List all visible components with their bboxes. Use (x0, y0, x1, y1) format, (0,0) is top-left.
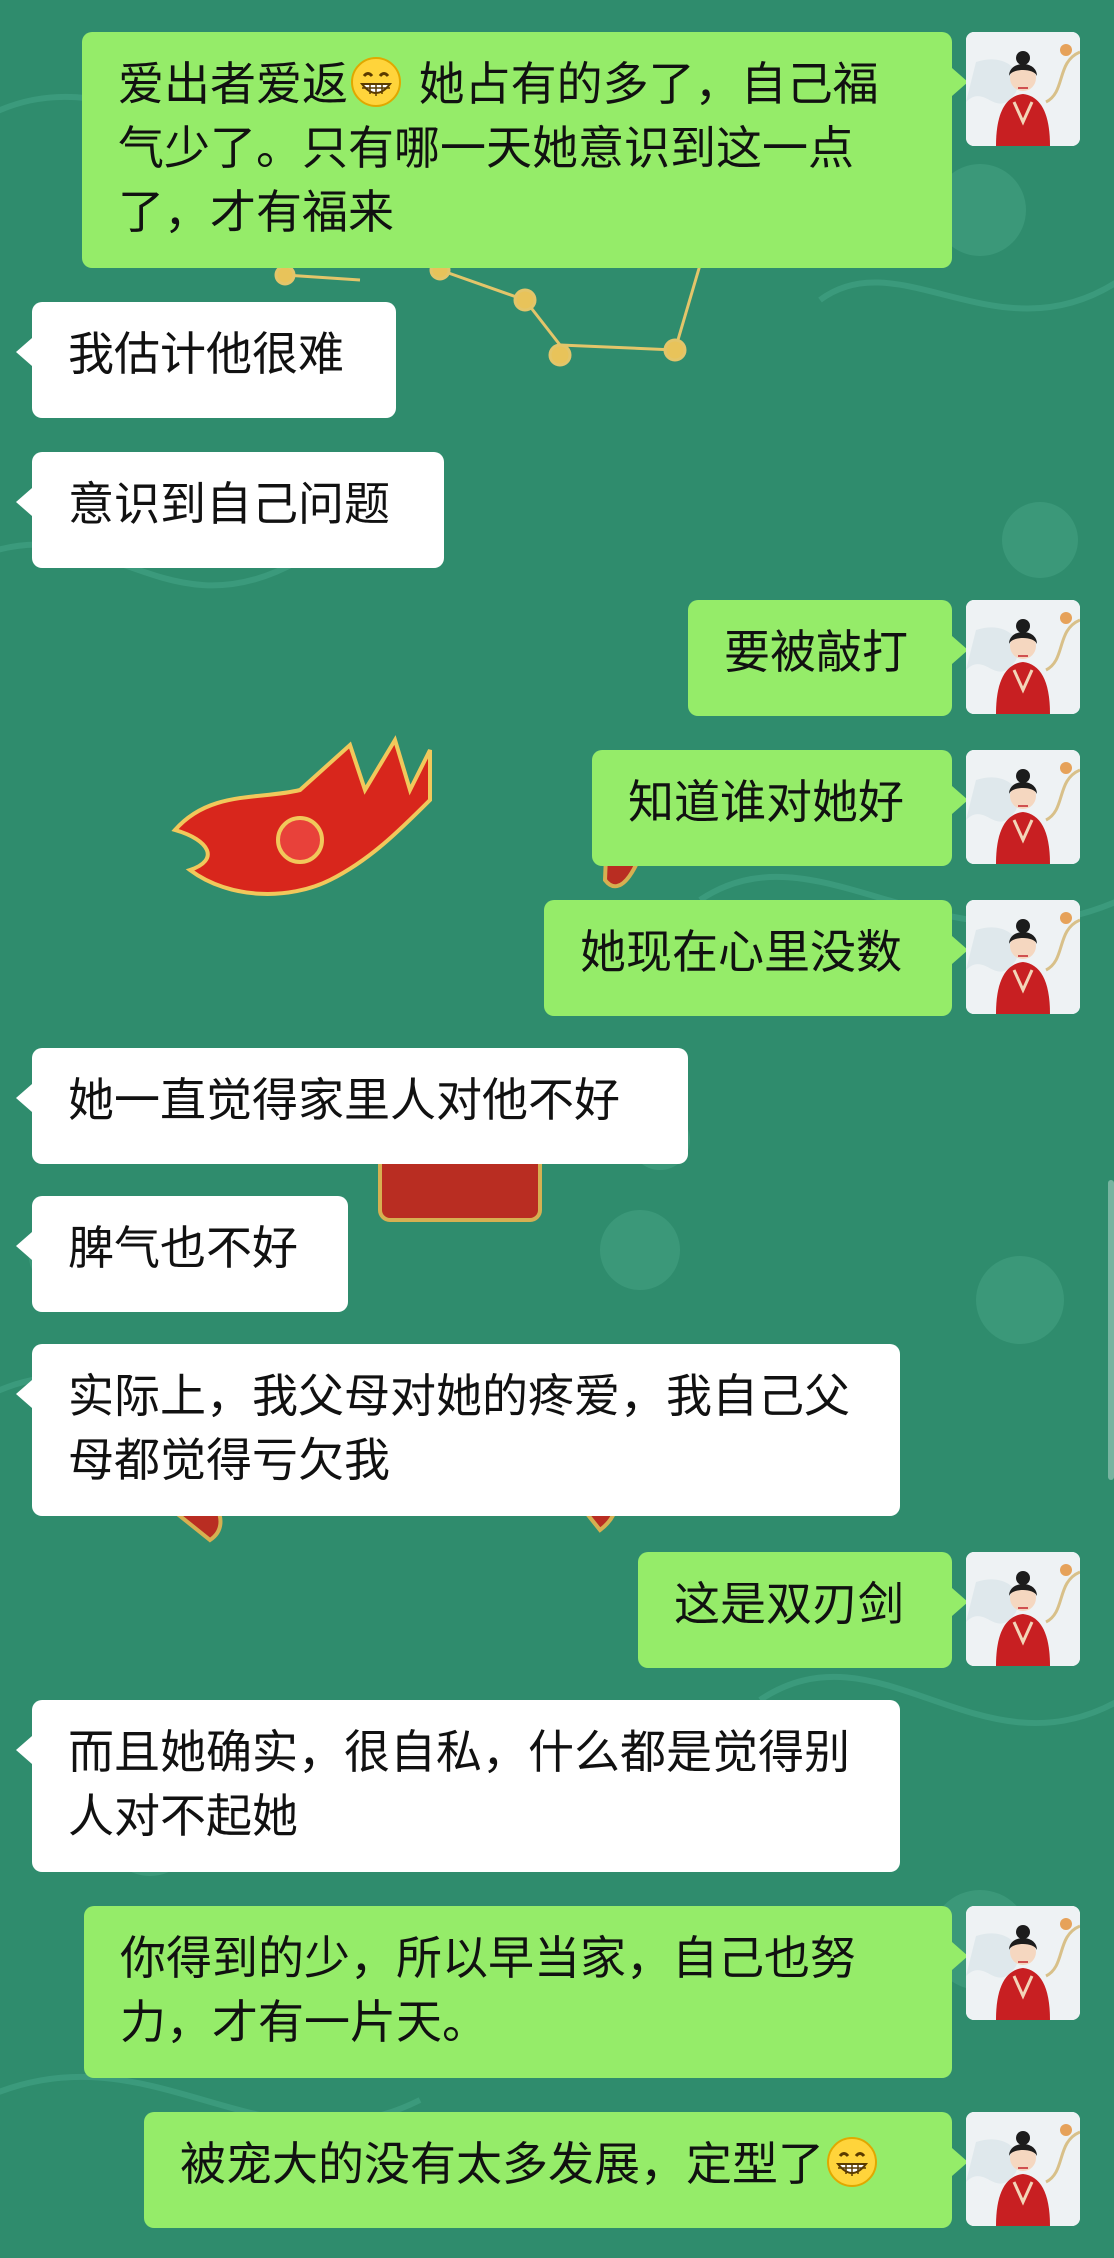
outgoing-message-row: 爱出者爱返 她占有的多了，自己福气少了。只有哪一天她意识到这一点了，才有福来 (0, 32, 1114, 268)
incoming-message-bubble[interactable]: 意识到自己问题 (16, 452, 444, 568)
outgoing-message-row: 要被敲打 (0, 600, 1114, 716)
incoming-message-row: 意识到自己问题 (0, 452, 1114, 568)
message-text: 她一直觉得家里人对他不好 (68, 1073, 620, 1127)
incoming-message-row: 实际上，我父母对她的疼爱，我自己父母都觉得亏欠我 (0, 1344, 1114, 1516)
outgoing-message-bubble[interactable]: 知道谁对她好 (592, 750, 968, 866)
message-text: 脾气也不好 (68, 1221, 298, 1275)
outgoing-message-bubble[interactable]: 你得到的少，所以早当家，自己也努力，才有一片天。 (84, 1906, 968, 2078)
avatar-woman-red-hanfu-icon[interactable] (966, 1552, 1080, 1666)
message-text: 你得到的少，所以早当家，自己也努力，才有一片天。 (120, 1931, 856, 2049)
outgoing-message-row: 她现在心里没数 (0, 900, 1114, 1016)
outgoing-message-row: 这是双刃剑 (0, 1552, 1114, 1668)
outgoing-message-row: 被宠大的没有太多发展，定型了 (0, 2112, 1114, 2228)
message-text: 爱出者爱返 (118, 57, 348, 111)
incoming-message-row: 我估计他很难 (0, 302, 1114, 418)
outgoing-message-row: 你得到的少，所以早当家，自己也努力，才有一片天。 (0, 1906, 1114, 2078)
outgoing-message-bubble[interactable]: 爱出者爱返 她占有的多了，自己福气少了。只有哪一天她意识到这一点了，才有福来 (82, 32, 968, 268)
incoming-message-bubble[interactable]: 我估计他很难 (16, 302, 396, 418)
incoming-message-row: 而且她确实，很自私，什么都是觉得别人对不起她 (0, 1700, 1114, 1872)
scrollbar[interactable] (1108, 1180, 1114, 1480)
outgoing-message-bubble[interactable]: 要被敲打 (688, 600, 968, 716)
grin-emoji (351, 57, 401, 107)
outgoing-message-row: 知道谁对她好 (0, 750, 1114, 866)
incoming-message-bubble[interactable]: 实际上，我父母对她的疼爱，我自己父母都觉得亏欠我 (16, 1344, 900, 1516)
incoming-message-row: 她一直觉得家里人对他不好 (0, 1048, 1114, 1164)
outgoing-message-bubble[interactable]: 被宠大的没有太多发展，定型了 (144, 2112, 968, 2228)
incoming-message-bubble[interactable]: 脾气也不好 (16, 1196, 348, 1312)
incoming-message-row: 脾气也不好 (0, 1196, 1114, 1312)
avatar-woman-red-hanfu-icon[interactable] (966, 1906, 1080, 2020)
message-text: 这是双刃剑 (674, 1577, 904, 1631)
grin-emoji (827, 2137, 877, 2187)
message-text: 她现在心里没数 (580, 925, 902, 979)
incoming-message-bubble[interactable]: 而且她确实，很自私，什么都是觉得别人对不起她 (16, 1700, 900, 1872)
incoming-message-bubble[interactable]: 她一直觉得家里人对他不好 (16, 1048, 688, 1164)
message-text: 而且她确实，很自私，什么都是觉得别人对不起她 (68, 1725, 850, 1843)
message-text: 意识到自己问题 (68, 477, 390, 531)
message-text: 知道谁对她好 (628, 775, 904, 829)
message-text: 我估计他很难 (68, 327, 344, 381)
avatar-woman-red-hanfu-icon[interactable] (966, 900, 1080, 1014)
avatar-woman-red-hanfu-icon[interactable] (966, 32, 1080, 146)
message-text: 实际上，我父母对她的疼爱，我自己父母都觉得亏欠我 (68, 1369, 850, 1487)
avatar-woman-red-hanfu-icon[interactable] (966, 750, 1080, 864)
avatar-woman-red-hanfu-icon[interactable] (966, 600, 1080, 714)
outgoing-message-bubble[interactable]: 她现在心里没数 (544, 900, 968, 1016)
message-text: 被宠大的没有太多发展，定型了 (180, 2137, 824, 2191)
message-text: 要被敲打 (724, 625, 908, 679)
outgoing-message-bubble[interactable]: 这是双刃剑 (638, 1552, 968, 1668)
avatar-woman-red-hanfu-icon[interactable] (966, 2112, 1080, 2226)
